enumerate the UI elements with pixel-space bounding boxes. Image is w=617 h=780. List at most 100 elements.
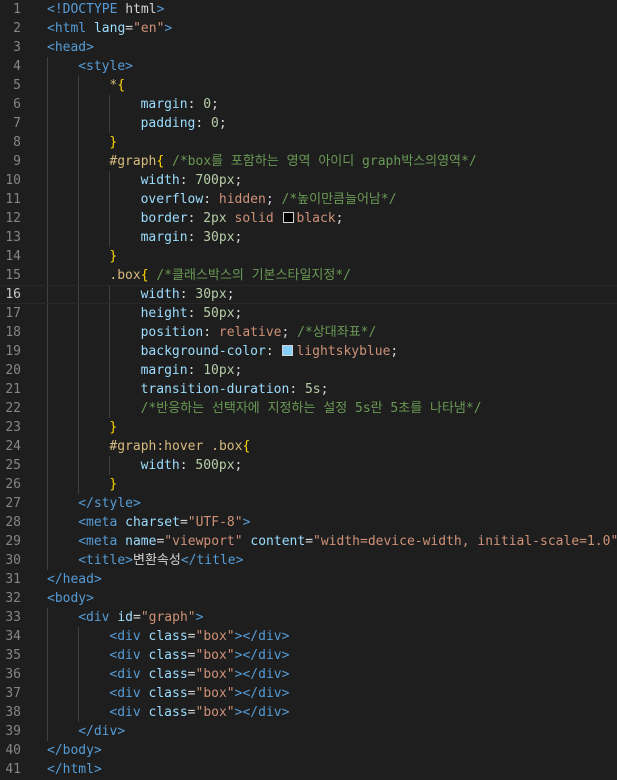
code-token: "viewport" (164, 534, 243, 549)
code-token: ; (265, 192, 282, 207)
line-number: 16 (5, 287, 21, 302)
code-token: 30px (203, 230, 235, 245)
line-number: 39 (5, 724, 21, 739)
code-token: html (125, 2, 157, 17)
code-token: 700px (195, 173, 235, 188)
code-token: ; (234, 363, 243, 378)
code-line[interactable]: 25 width: 500px; (0, 456, 617, 475)
line-number: 23 (5, 420, 21, 435)
code-token: .box (109, 268, 141, 283)
code-line[interactable]: 30 <title>변환속성</title> (0, 551, 617, 570)
code-token: </title> (180, 553, 244, 568)
code-text: } (109, 418, 117, 437)
code-line[interactable]: 12 border: 2px solid black; (0, 209, 617, 228)
code-token: relative (218, 325, 282, 340)
code-line[interactable]: 9 #graph{ /*box를 포함하는 영역 아이디 graph박스의영역*/ (0, 152, 617, 171)
code-token: <div (109, 667, 149, 682)
code-line[interactable]: 2 <html lang="en"> (0, 19, 617, 38)
code-token: : (187, 306, 204, 321)
code-line[interactable]: 28 <meta charset="UTF-8"> (0, 513, 617, 532)
code-line[interactable]: 3 <head> (0, 38, 617, 57)
code-line[interactable]: 6 margin: 0; (0, 95, 617, 114)
code-token: margin (140, 230, 188, 245)
code-token: "graph" (140, 610, 196, 625)
code-token: id (117, 610, 133, 625)
code-token: transition-duration (140, 382, 290, 397)
code-line[interactable]: 7 padding: 0; (0, 114, 617, 133)
code-line[interactable]: 27 </style> (0, 494, 617, 513)
code-token: "UTF-8" (187, 515, 243, 530)
code-line[interactable]: 1 <!DOCTYPE html> (0, 0, 617, 19)
code-text: /*반응하는 선택자에 지정하는 설정 5s란 5초를 나타냄*/ (141, 399, 482, 418)
code-line[interactable]: 33 <div id="graph"> (0, 608, 617, 627)
code-line[interactable]: 14} (0, 247, 617, 266)
code-text: transition-duration: 5s; (141, 380, 329, 399)
code-line[interactable]: 4 <style> (0, 57, 617, 76)
code-token: <head> (47, 40, 94, 55)
code-text: margin: 30px; (141, 228, 243, 247)
code-token: : (187, 363, 204, 378)
code-text: </html> (47, 760, 102, 779)
code-editor[interactable]: 1 <!DOCTYPE html> 2 <html lang="en"> 3 <head>… (0, 0, 617, 780)
code-text: <meta charset="UTF-8"> (78, 513, 250, 532)
code-text: margin: 0; (141, 95, 219, 114)
code-token: "box" (195, 686, 235, 701)
code-token: : (179, 458, 196, 473)
code-line[interactable]: 22 /*반응하는 선택자에 지정하는 설정 5s란 5초를 나타냄*/ (0, 399, 617, 418)
code-line[interactable]: 40 </body> (0, 741, 617, 760)
code-token: > (164, 21, 173, 36)
code-text: width: 30px; (141, 286, 235, 303)
code-line[interactable]: 35 <div class="box"></div> (0, 646, 617, 665)
code-line[interactable]: 32 <body> (0, 589, 617, 608)
code-line[interactable]: 26} (0, 475, 617, 494)
line-number: 32 (5, 591, 21, 606)
line-number: 8 (13, 135, 21, 150)
code-line[interactable]: 5 *{ (0, 76, 617, 95)
code-line[interactable]: 10 width: 700px; (0, 171, 617, 190)
code-text: <div class="box"></div> (109, 627, 289, 646)
code-token: : (289, 382, 305, 397)
line-number: 22 (5, 401, 21, 416)
code-token: 변환속성 (132, 553, 181, 568)
code-token: width (140, 458, 180, 473)
code-token: width (140, 173, 180, 188)
code-token: ; (226, 287, 235, 302)
code-line[interactable]: 16 width: 30px; (0, 285, 617, 304)
code-text: .box{ /*클래스박스의 기본스타일지정*/ (109, 266, 351, 285)
code-line[interactable]: 8} (0, 133, 617, 152)
code-text: width: 500px; (141, 456, 243, 475)
code-token: </style> (78, 496, 141, 511)
line-number: 15 (5, 268, 21, 283)
line-number: 1 (13, 2, 21, 17)
code-text: </body> (47, 741, 102, 760)
code-token: class (148, 648, 188, 663)
code-token: ></div> (234, 667, 290, 682)
code-line[interactable]: 11 overflow: hidden; /*높이만큼늘어남*/ (0, 190, 617, 209)
code-line[interactable]: 19 background-color: lightskyblue; (0, 342, 617, 361)
code-token: lightskyblue (296, 344, 391, 359)
code-line[interactable]: 13 margin: 30px; (0, 228, 617, 247)
code-token: } (109, 477, 118, 492)
line-number: 29 (5, 534, 21, 549)
code-line[interactable]: 21 transition-duration: 5s; (0, 380, 617, 399)
code-line[interactable]: 31 </head> (0, 570, 617, 589)
code-token: <div (109, 629, 149, 644)
code-line[interactable]: 34 <div class="box"></div> (0, 627, 617, 646)
code-line[interactable]: 39 </div> (0, 722, 617, 741)
code-line[interactable]: 23} (0, 418, 617, 437)
code-line[interactable]: 15 .box{ /*클래스박스의 기본스타일지정*/ (0, 266, 617, 285)
code-line[interactable]: 41 </html> (0, 760, 617, 779)
code-text: width: 700px; (141, 171, 243, 190)
code-line[interactable]: 20 margin: 10px; (0, 361, 617, 380)
code-line[interactable]: 29 <meta name="viewport" content="width=d… (0, 532, 617, 551)
code-line[interactable]: 37 <div class="box"></div> (0, 684, 617, 703)
code-line[interactable]: 17 height: 50px; (0, 304, 617, 323)
code-line[interactable]: 24 #graph:hover .box{ (0, 437, 617, 456)
code-line[interactable]: 38 <div class="box"></div> (0, 703, 617, 722)
color-swatch[interactable] (282, 212, 294, 223)
code-line[interactable]: 36 <div class="box"></div> (0, 665, 617, 684)
line-number: 27 (5, 496, 21, 511)
color-swatch[interactable] (282, 345, 294, 356)
code-line[interactable]: 18 position: relative; /*상대좌표*/ (0, 323, 617, 342)
code-text: <!DOCTYPE html> (47, 0, 164, 19)
